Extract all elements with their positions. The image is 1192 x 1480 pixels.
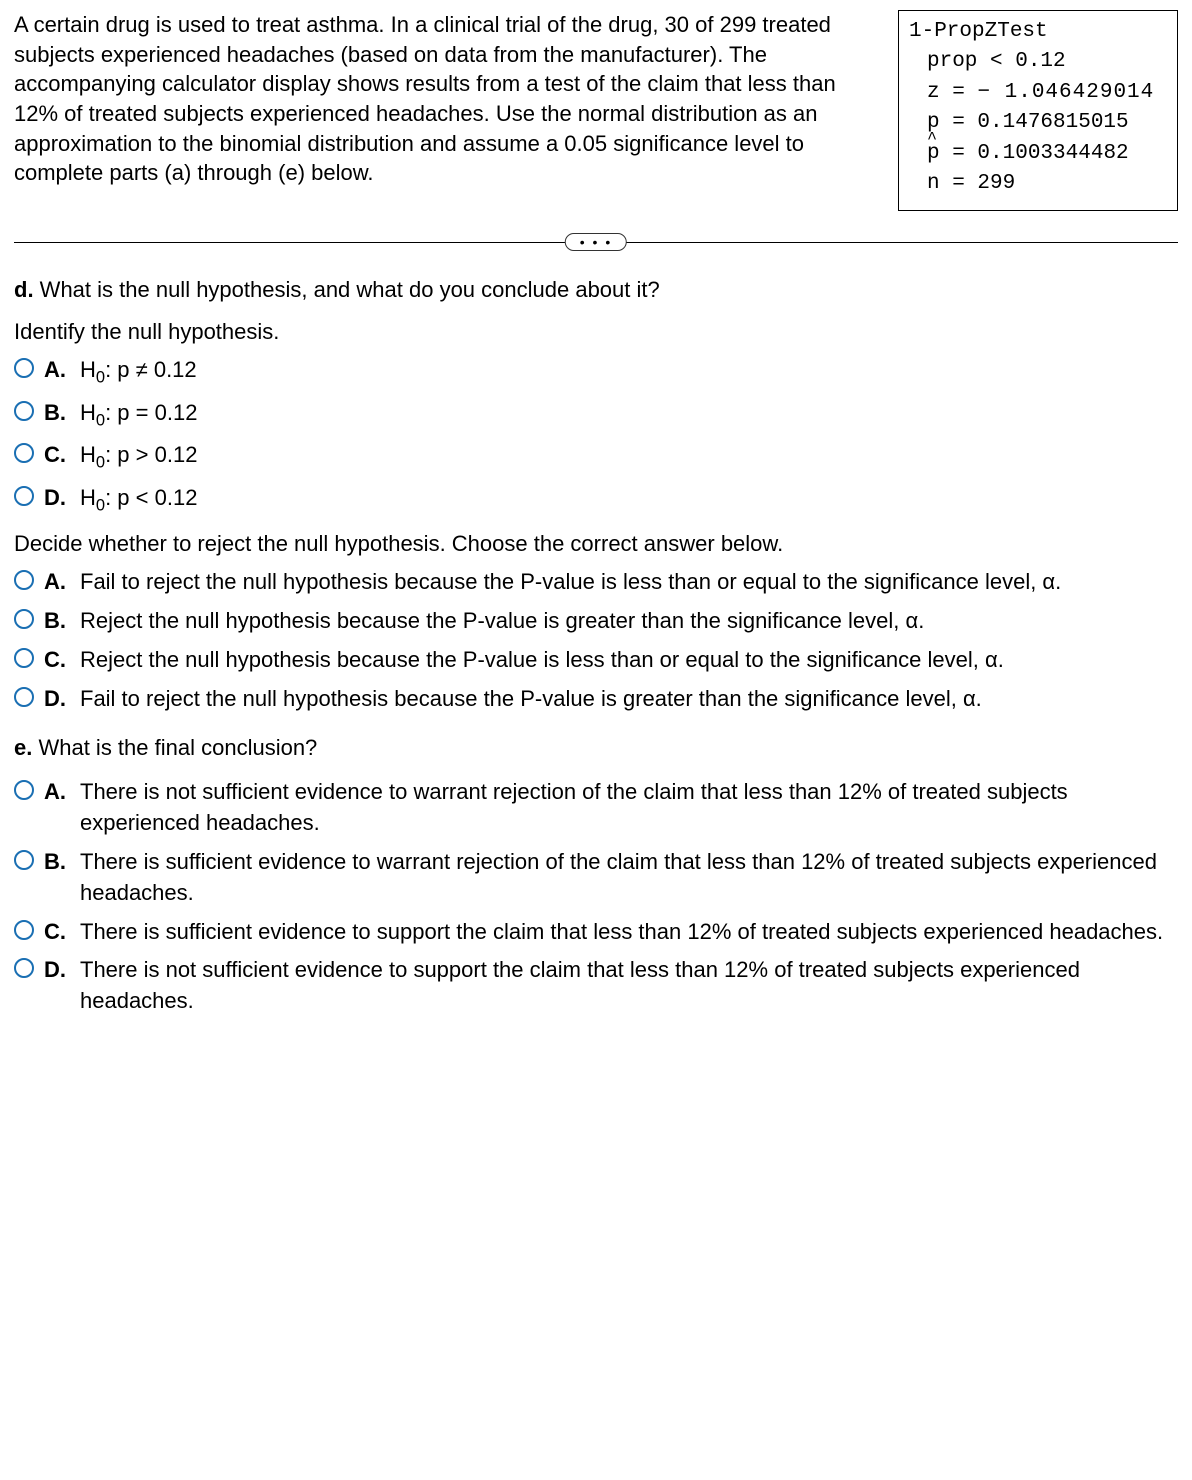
option-e-d[interactable]: D. There is not sufficient evidence to s… — [14, 955, 1178, 1017]
calculator-display: 1-PropZTest prop < 0.12 z = − 1.04642901… — [898, 10, 1178, 211]
calc-prop: prop < 0.12 — [909, 47, 1167, 77]
calc-title: 1-PropZTest — [909, 17, 1167, 47]
radio-icon[interactable] — [14, 401, 34, 421]
part-e: e. What is the final conclusion? A. Ther… — [14, 733, 1178, 1017]
option-letter: A. — [44, 777, 70, 808]
top-row: A certain drug is used to treat asthma. … — [14, 10, 1178, 211]
part-d-heading: d. What is the null hypothesis, and what… — [14, 275, 1178, 306]
section-divider: • • • — [14, 227, 1178, 257]
radio-icon[interactable] — [14, 850, 34, 870]
option-letter: D. — [44, 483, 70, 514]
option-d-q1-a[interactable]: A. H0: p ≠ 0.12 — [14, 355, 1178, 389]
option-letter: C. — [44, 645, 70, 676]
radio-icon[interactable] — [14, 486, 34, 506]
option-text: H0: p ≠ 0.12 — [80, 355, 1178, 389]
option-d-q1-d[interactable]: D. H0: p < 0.12 — [14, 483, 1178, 517]
option-letter: B. — [44, 606, 70, 637]
part-e-text: What is the final conclusion? — [32, 735, 317, 760]
radio-icon[interactable] — [14, 609, 34, 629]
option-letter: A. — [44, 567, 70, 598]
part-d-text: What is the null hypothesis, and what do… — [34, 277, 660, 302]
option-text: There is sufficient evidence to support … — [80, 917, 1178, 948]
option-text: There is not sufficient evidence to warr… — [80, 777, 1178, 839]
part-e-letter: e. — [14, 735, 32, 760]
option-text: H0: p > 0.12 — [80, 440, 1178, 474]
option-d-q2-d[interactable]: D. Fail to reject the null hypothesis be… — [14, 684, 1178, 715]
part-e-heading: e. What is the final conclusion? — [14, 733, 1178, 764]
option-letter: B. — [44, 398, 70, 429]
decide-reject-prompt: Decide whether to reject the null hypoth… — [14, 531, 1178, 557]
calc-phat-value: = 0.1003344482 — [952, 142, 1128, 165]
option-text: There is not sufficient evidence to supp… — [80, 955, 1178, 1017]
option-text: H0: p < 0.12 — [80, 483, 1178, 517]
option-letter: C. — [44, 917, 70, 948]
option-text: Reject the null hypothesis because the P… — [80, 606, 1178, 637]
option-text: Fail to reject the null hypothesis becau… — [80, 684, 1178, 715]
option-d-q2-a[interactable]: A. Fail to reject the null hypothesis be… — [14, 567, 1178, 598]
option-e-a[interactable]: A. There is not sufficient evidence to w… — [14, 777, 1178, 839]
null-hypothesis-options: A. H0: p ≠ 0.12 B. H0: p = 0.12 C. H0: p… — [14, 355, 1178, 517]
radio-icon[interactable] — [14, 920, 34, 940]
calc-z: z = − 1.046429014 — [909, 78, 1167, 108]
radio-icon[interactable] — [14, 570, 34, 590]
identify-null-prompt: Identify the null hypothesis. — [14, 319, 1178, 345]
option-letter: A. — [44, 355, 70, 386]
option-text: H0: p = 0.12 — [80, 398, 1178, 432]
radio-icon[interactable] — [14, 958, 34, 978]
calc-n: n = 299 — [909, 169, 1167, 199]
option-text: Fail to reject the null hypothesis becau… — [80, 567, 1178, 598]
problem-statement: A certain drug is used to treat asthma. … — [14, 10, 880, 188]
calc-p: p = 0.1476815015 — [909, 108, 1167, 138]
option-d-q2-b[interactable]: B. Reject the null hypothesis because th… — [14, 606, 1178, 637]
option-d-q1-b[interactable]: B. H0: p = 0.12 — [14, 398, 1178, 432]
option-e-b[interactable]: B. There is sufficient evidence to warra… — [14, 847, 1178, 909]
calc-z-label: z = — [927, 81, 977, 104]
option-letter: D. — [44, 684, 70, 715]
radio-icon[interactable] — [14, 780, 34, 800]
calc-phat: ^p = 0.1003344482 — [909, 139, 1167, 169]
radio-icon[interactable] — [14, 443, 34, 463]
radio-icon[interactable] — [14, 687, 34, 707]
divider-pill[interactable]: • • • — [565, 233, 627, 251]
option-letter: D. — [44, 955, 70, 986]
option-text: There is sufficient evidence to warrant … — [80, 847, 1178, 909]
part-d: d. What is the null hypothesis, and what… — [14, 275, 1178, 715]
option-e-c[interactable]: C. There is sufficient evidence to suppo… — [14, 917, 1178, 948]
part-d-letter: d. — [14, 277, 34, 302]
option-letter: C. — [44, 440, 70, 471]
option-text: Reject the null hypothesis because the P… — [80, 645, 1178, 676]
calc-z-value: − 1.046429014 — [977, 81, 1154, 104]
option-letter: B. — [44, 847, 70, 878]
radio-icon[interactable] — [14, 358, 34, 378]
final-conclusion-options: A. There is not sufficient evidence to w… — [14, 777, 1178, 1017]
option-d-q2-c[interactable]: C. Reject the null hypothesis because th… — [14, 645, 1178, 676]
reject-decision-options: A. Fail to reject the null hypothesis be… — [14, 567, 1178, 714]
radio-icon[interactable] — [14, 648, 34, 668]
option-d-q1-c[interactable]: C. H0: p > 0.12 — [14, 440, 1178, 474]
